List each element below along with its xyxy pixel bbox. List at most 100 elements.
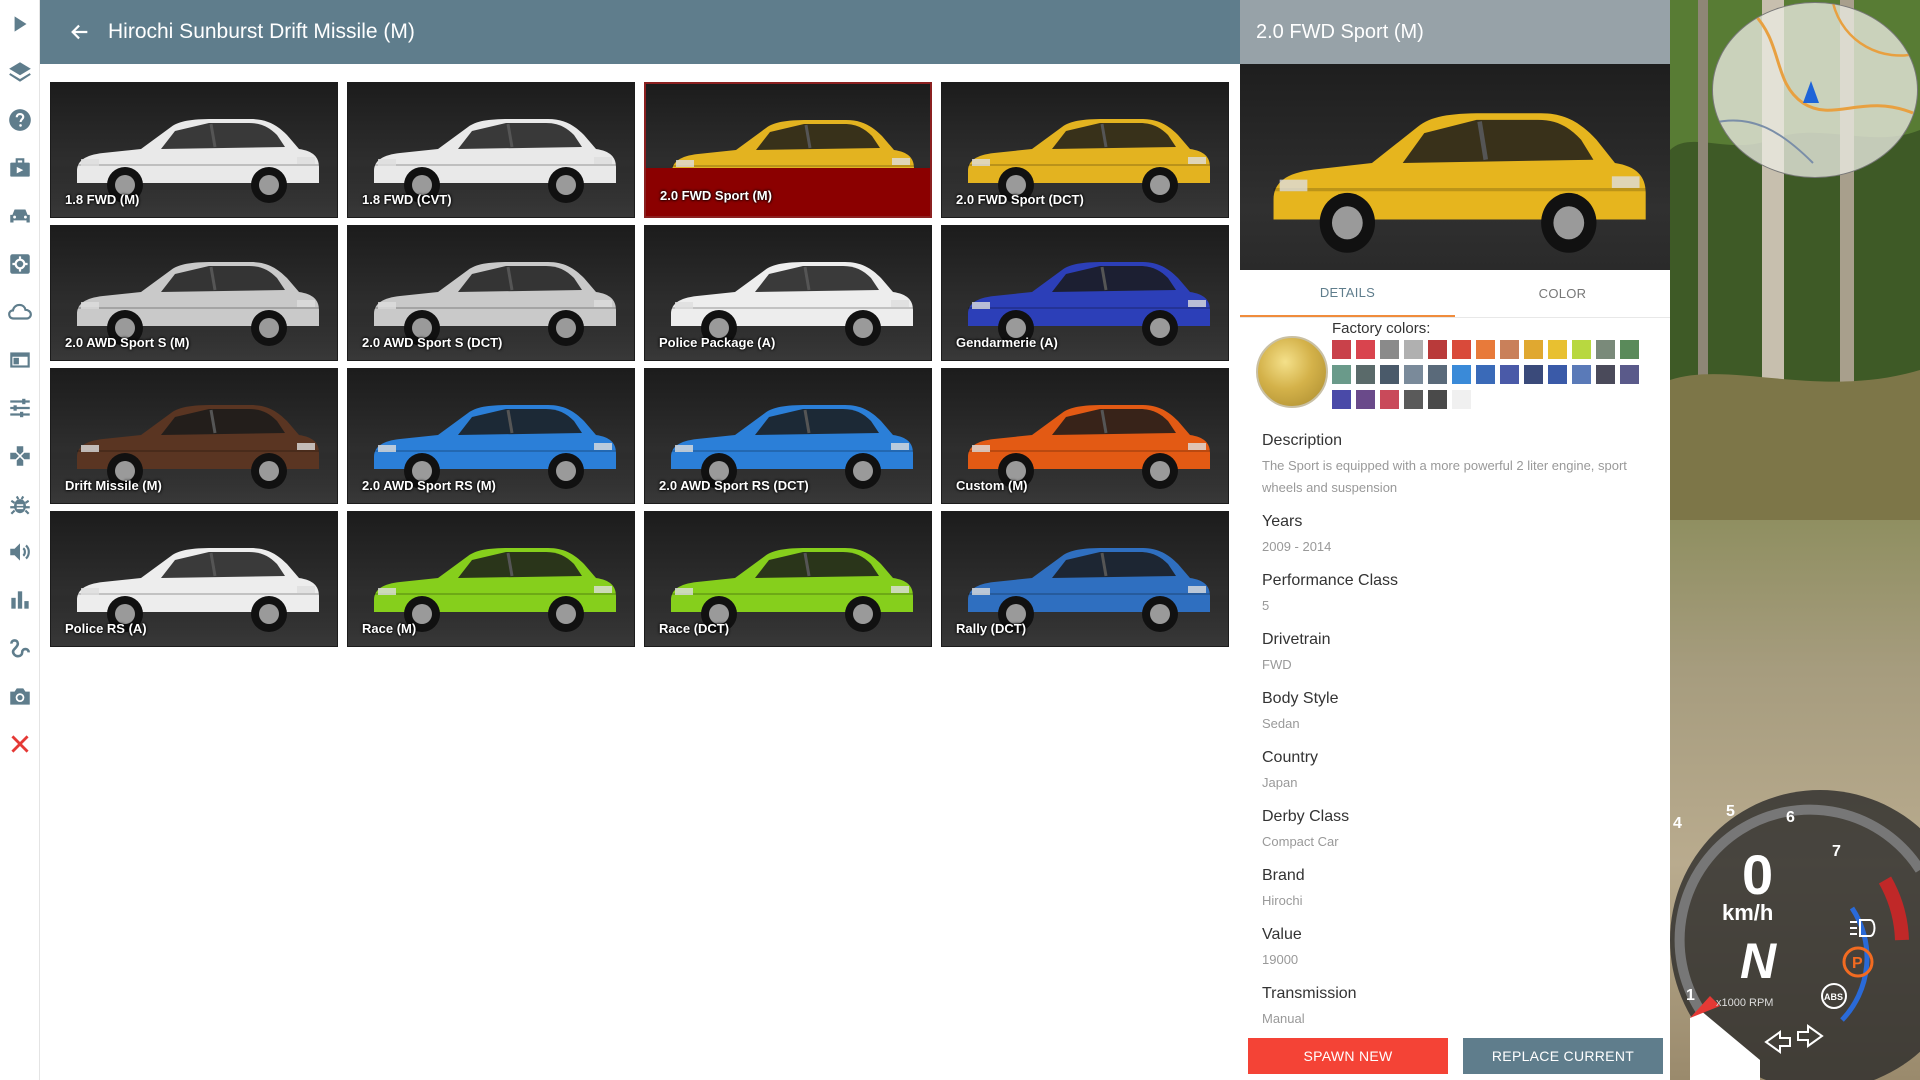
config-tile-14[interactable]: Race (M) [347,511,635,647]
config-label: Custom (M) [956,478,1028,493]
detail-row: Performance Class 5 [1262,572,1662,617]
detail-row: Drivetrain FWD [1262,631,1662,676]
mission-icon[interactable] [0,148,40,188]
replace-current-button[interactable]: REPLACE CURRENT [1463,1038,1663,1074]
config-tile-3[interactable]: 2.0 FWD Sport (M) [644,82,932,218]
color-swatch[interactable] [1428,340,1447,359]
panel-tabs: DETAILS COLOR [1240,270,1670,318]
color-swatch[interactable] [1404,340,1423,359]
stats-icon[interactable] [0,580,40,620]
detail-value: The Sport is equipped with a more powerf… [1262,458,1627,495]
config-tile-13[interactable]: Police RS (A) [50,511,338,647]
config-label: 2.0 FWD Sport (M) [646,168,930,216]
color-swatch[interactable] [1356,390,1375,409]
color-swatch[interactable] [1572,340,1591,359]
volume-icon[interactable] [0,532,40,572]
detail-key: Performance Class [1262,572,1399,589]
close-icon[interactable] [0,724,40,764]
config-tile-2[interactable]: 1.8 FWD (CVT) [347,82,635,218]
color-swatch[interactable] [1524,340,1543,359]
debug-icon[interactable] [0,484,40,524]
tab-color[interactable]: COLOR [1455,270,1670,317]
detail-key: Description [1262,432,1343,449]
color-swatch[interactable] [1380,365,1399,384]
configuration-grid: 1.8 FWD (M) 1.8 FWD (CVT) 2.0 FWD Sport … [50,82,1232,652]
help-icon[interactable] [0,100,40,140]
rpm-tick-label: 6 [1786,809,1795,826]
config-tile-10[interactable]: 2.0 AWD Sport RS (M) [347,368,635,504]
config-tile-8[interactable]: Gendarmerie (A) [941,225,1229,361]
color-swatch[interactable] [1404,390,1423,409]
color-swatch[interactable] [1548,340,1567,359]
color-swatch[interactable] [1452,340,1471,359]
color-swatch[interactable] [1332,365,1351,384]
track-icon[interactable] [0,628,40,668]
spawn-new-button[interactable]: SPAWN NEW [1248,1038,1448,1074]
color-swatch[interactable] [1500,340,1519,359]
config-tile-16[interactable]: Rally (DCT) [941,511,1229,647]
color-swatch[interactable] [1620,365,1639,384]
config-tile-11[interactable]: 2.0 AWD Sport RS (DCT) [644,368,932,504]
app-window-icon[interactable] [0,340,40,380]
color-swatch[interactable] [1428,390,1447,409]
detail-value: Hirochi [1262,893,1303,908]
rpm-unit: x1000 RPM [1716,997,1773,1009]
car-icon[interactable] [0,196,40,236]
detail-value: Japan [1262,775,1298,790]
cloud-icon[interactable] [0,292,40,332]
gamepad-icon[interactable] [0,436,40,476]
detail-value: 19000 [1262,952,1299,967]
config-tile-15[interactable]: Race (DCT) [644,511,932,647]
tab-details[interactable]: DETAILS [1240,270,1455,317]
color-swatch[interactable] [1596,340,1615,359]
detail-row: Transmission Manual [1262,985,1662,1030]
config-label: 2.0 AWD Sport RS (M) [362,478,496,493]
speed-readout: 0 [1742,843,1773,906]
color-swatch[interactable] [1452,365,1471,384]
left-icon-rail [0,0,40,1080]
color-swatch[interactable] [1332,340,1351,359]
color-swatch[interactable] [1356,340,1375,359]
config-label: 1.8 FWD (M) [65,192,140,207]
sliders-icon[interactable] [0,388,40,428]
detail-key: Value [1262,926,1302,943]
rpm-tick-label: 5 [1726,803,1735,820]
color-swatch[interactable] [1572,365,1591,384]
brand-coin-icon [1256,336,1328,408]
config-label: 2.0 FWD Sport (DCT) [956,192,1084,207]
color-swatch[interactable] [1356,365,1375,384]
vehicle-config-icon[interactable] [0,244,40,284]
detail-value: Sedan [1262,716,1300,731]
back-button[interactable] [58,10,102,54]
color-swatch[interactable] [1596,365,1615,384]
color-swatch[interactable] [1500,365,1519,384]
color-swatch[interactable] [1380,390,1399,409]
play-icon[interactable] [0,4,40,44]
config-tile-4[interactable]: 2.0 FWD Sport (DCT) [941,82,1229,218]
minimap[interactable] [1712,2,1918,178]
color-swatch[interactable] [1428,365,1447,384]
layers-icon[interactable] [0,52,40,92]
color-swatch[interactable] [1620,340,1639,359]
color-swatch[interactable] [1380,340,1399,359]
color-swatch[interactable] [1404,365,1423,384]
config-tile-1[interactable]: 1.8 FWD (M) [50,82,338,218]
rpm-tick-label: 7 [1832,843,1841,860]
camera-icon[interactable] [0,676,40,716]
color-swatch[interactable] [1452,390,1471,409]
config-tile-5[interactable]: 2.0 AWD Sport S (M) [50,225,338,361]
config-label: Drift Missile (M) [65,478,162,493]
detail-key: Derby Class [1262,808,1350,825]
color-swatch[interactable] [1476,365,1495,384]
speed-unit: km/h [1722,900,1773,925]
config-label: 2.0 AWD Sport S (M) [65,335,190,350]
color-swatch[interactable] [1548,365,1567,384]
color-swatch[interactable] [1332,390,1351,409]
color-swatch[interactable] [1524,365,1543,384]
config-label: Gendarmerie (A) [956,335,1058,350]
config-tile-7[interactable]: Police Package (A) [644,225,932,361]
config-tile-12[interactable]: Custom (M) [941,368,1229,504]
config-tile-9[interactable]: Drift Missile (M) [50,368,338,504]
config-tile-6[interactable]: 2.0 AWD Sport S (DCT) [347,225,635,361]
color-swatch[interactable] [1476,340,1495,359]
